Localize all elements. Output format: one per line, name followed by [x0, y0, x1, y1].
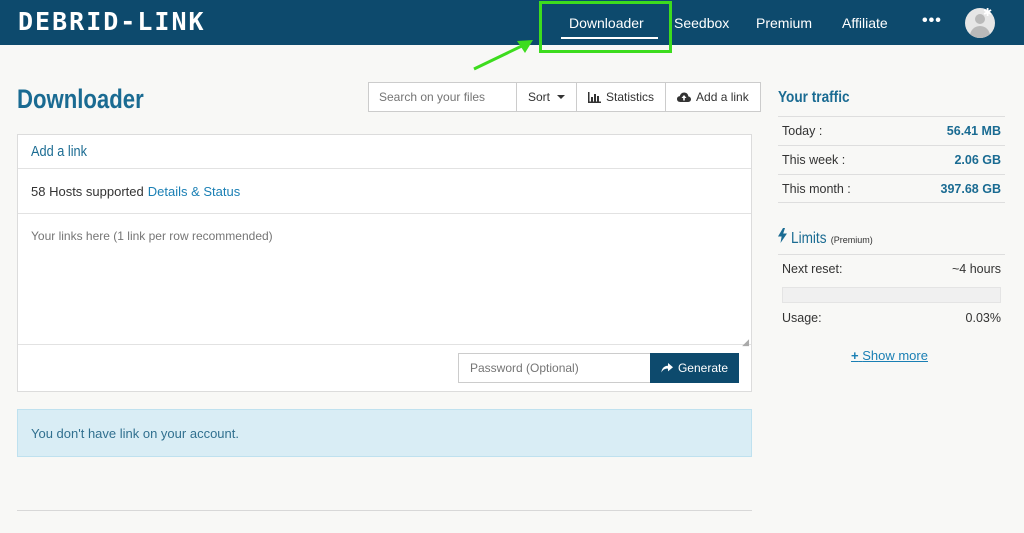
add-link-label: Add a link: [696, 90, 749, 104]
lightning-bolt-icon: [778, 228, 787, 243]
nav-affiliate[interactable]: Affiliate: [842, 14, 888, 32]
next-reset-row: Next reset: ~4 hours: [778, 254, 1005, 283]
usage-row: Usage: 0.03%: [778, 303, 1005, 332]
plus-icon: +: [851, 348, 859, 363]
show-more-label: Show more: [862, 348, 928, 363]
statistics-button[interactable]: Statistics: [577, 82, 667, 112]
sort-button[interactable]: Sort: [517, 82, 578, 112]
premium-badge: (Premium): [830, 235, 873, 245]
no-links-alert: You don't have link on your account.: [17, 409, 752, 457]
generate-label: Generate: [677, 361, 729, 375]
add-link-panel-header: Add a link: [18, 135, 751, 169]
annotation-arrow-icon: [473, 40, 533, 71]
traffic-label: Today :: [782, 124, 823, 138]
caret-down-icon: [557, 95, 566, 99]
add-link-panel: Add a link 58 Hosts supported Details & …: [17, 134, 752, 392]
highlight-annotation-box: [539, 1, 672, 53]
traffic-label: This month :: [782, 181, 851, 196]
nav-premium[interactable]: Premium: [756, 14, 812, 32]
settings-badge-icon: ✱: [983, 7, 993, 19]
add-link-panel-footer: Generate: [18, 345, 751, 391]
nav-seedbox[interactable]: Seedbox: [674, 14, 729, 32]
traffic-table: Today : 56.41 MB This week : 2.06 GB Thi…: [778, 116, 1005, 203]
avatar-body-shape: [970, 26, 990, 38]
bar-chart-icon: [588, 91, 602, 103]
next-reset-label: Next reset:: [782, 262, 843, 276]
usage-progress-bar: [782, 287, 1001, 303]
statistics-label: Statistics: [606, 90, 655, 104]
limits-title-text: Limits: [791, 230, 827, 247]
content-divider: [17, 510, 752, 511]
usage-label: Usage:: [782, 310, 822, 325]
more-menu-icon[interactable]: •••: [922, 12, 942, 30]
details-status-link[interactable]: Details & Status: [148, 184, 241, 199]
add-link-button[interactable]: Add a link: [666, 82, 761, 112]
sort-label: Sort: [528, 90, 551, 104]
traffic-value: 56.41 MB: [946, 124, 1001, 138]
add-link-panel-title: Add a link: [31, 143, 87, 160]
traffic-row-week: This week : 2.06 GB: [778, 145, 1005, 174]
files-toolbar: Sort Statistics Add a link: [368, 82, 761, 112]
limits-table: Next reset: ~4 hours Usage: 0.03%: [778, 254, 1005, 332]
page-title: Downloader: [17, 84, 144, 114]
show-more-link[interactable]: + Show more: [851, 348, 928, 363]
limits-title: Limits (Premium): [778, 228, 873, 248]
traffic-row-month: This month : 397.68 GB: [778, 174, 1005, 203]
next-reset-value: ~4 hours: [952, 262, 1001, 276]
password-input[interactable]: [458, 353, 651, 383]
hosts-supported-row: 58 Hosts supported Details & Status: [18, 169, 751, 214]
search-files-input[interactable]: [368, 82, 517, 112]
links-textarea[interactable]: [18, 214, 751, 345]
hosts-supported-text: 58 Hosts supported: [31, 183, 144, 199]
share-arrow-icon: [661, 363, 673, 373]
brand-logo[interactable]: DEBRID-LINK: [18, 8, 206, 36]
traffic-label: This week :: [782, 153, 846, 167]
usage-value: 0.03%: [965, 310, 1001, 325]
cloud-upload-icon: [677, 92, 692, 102]
traffic-value: 2.06 GB: [954, 153, 1001, 167]
traffic-title: Your traffic: [778, 89, 850, 106]
traffic-row-today: Today : 56.41 MB: [778, 116, 1005, 145]
generate-button[interactable]: Generate: [650, 353, 739, 383]
traffic-value: 397.68 GB: [940, 181, 1001, 196]
